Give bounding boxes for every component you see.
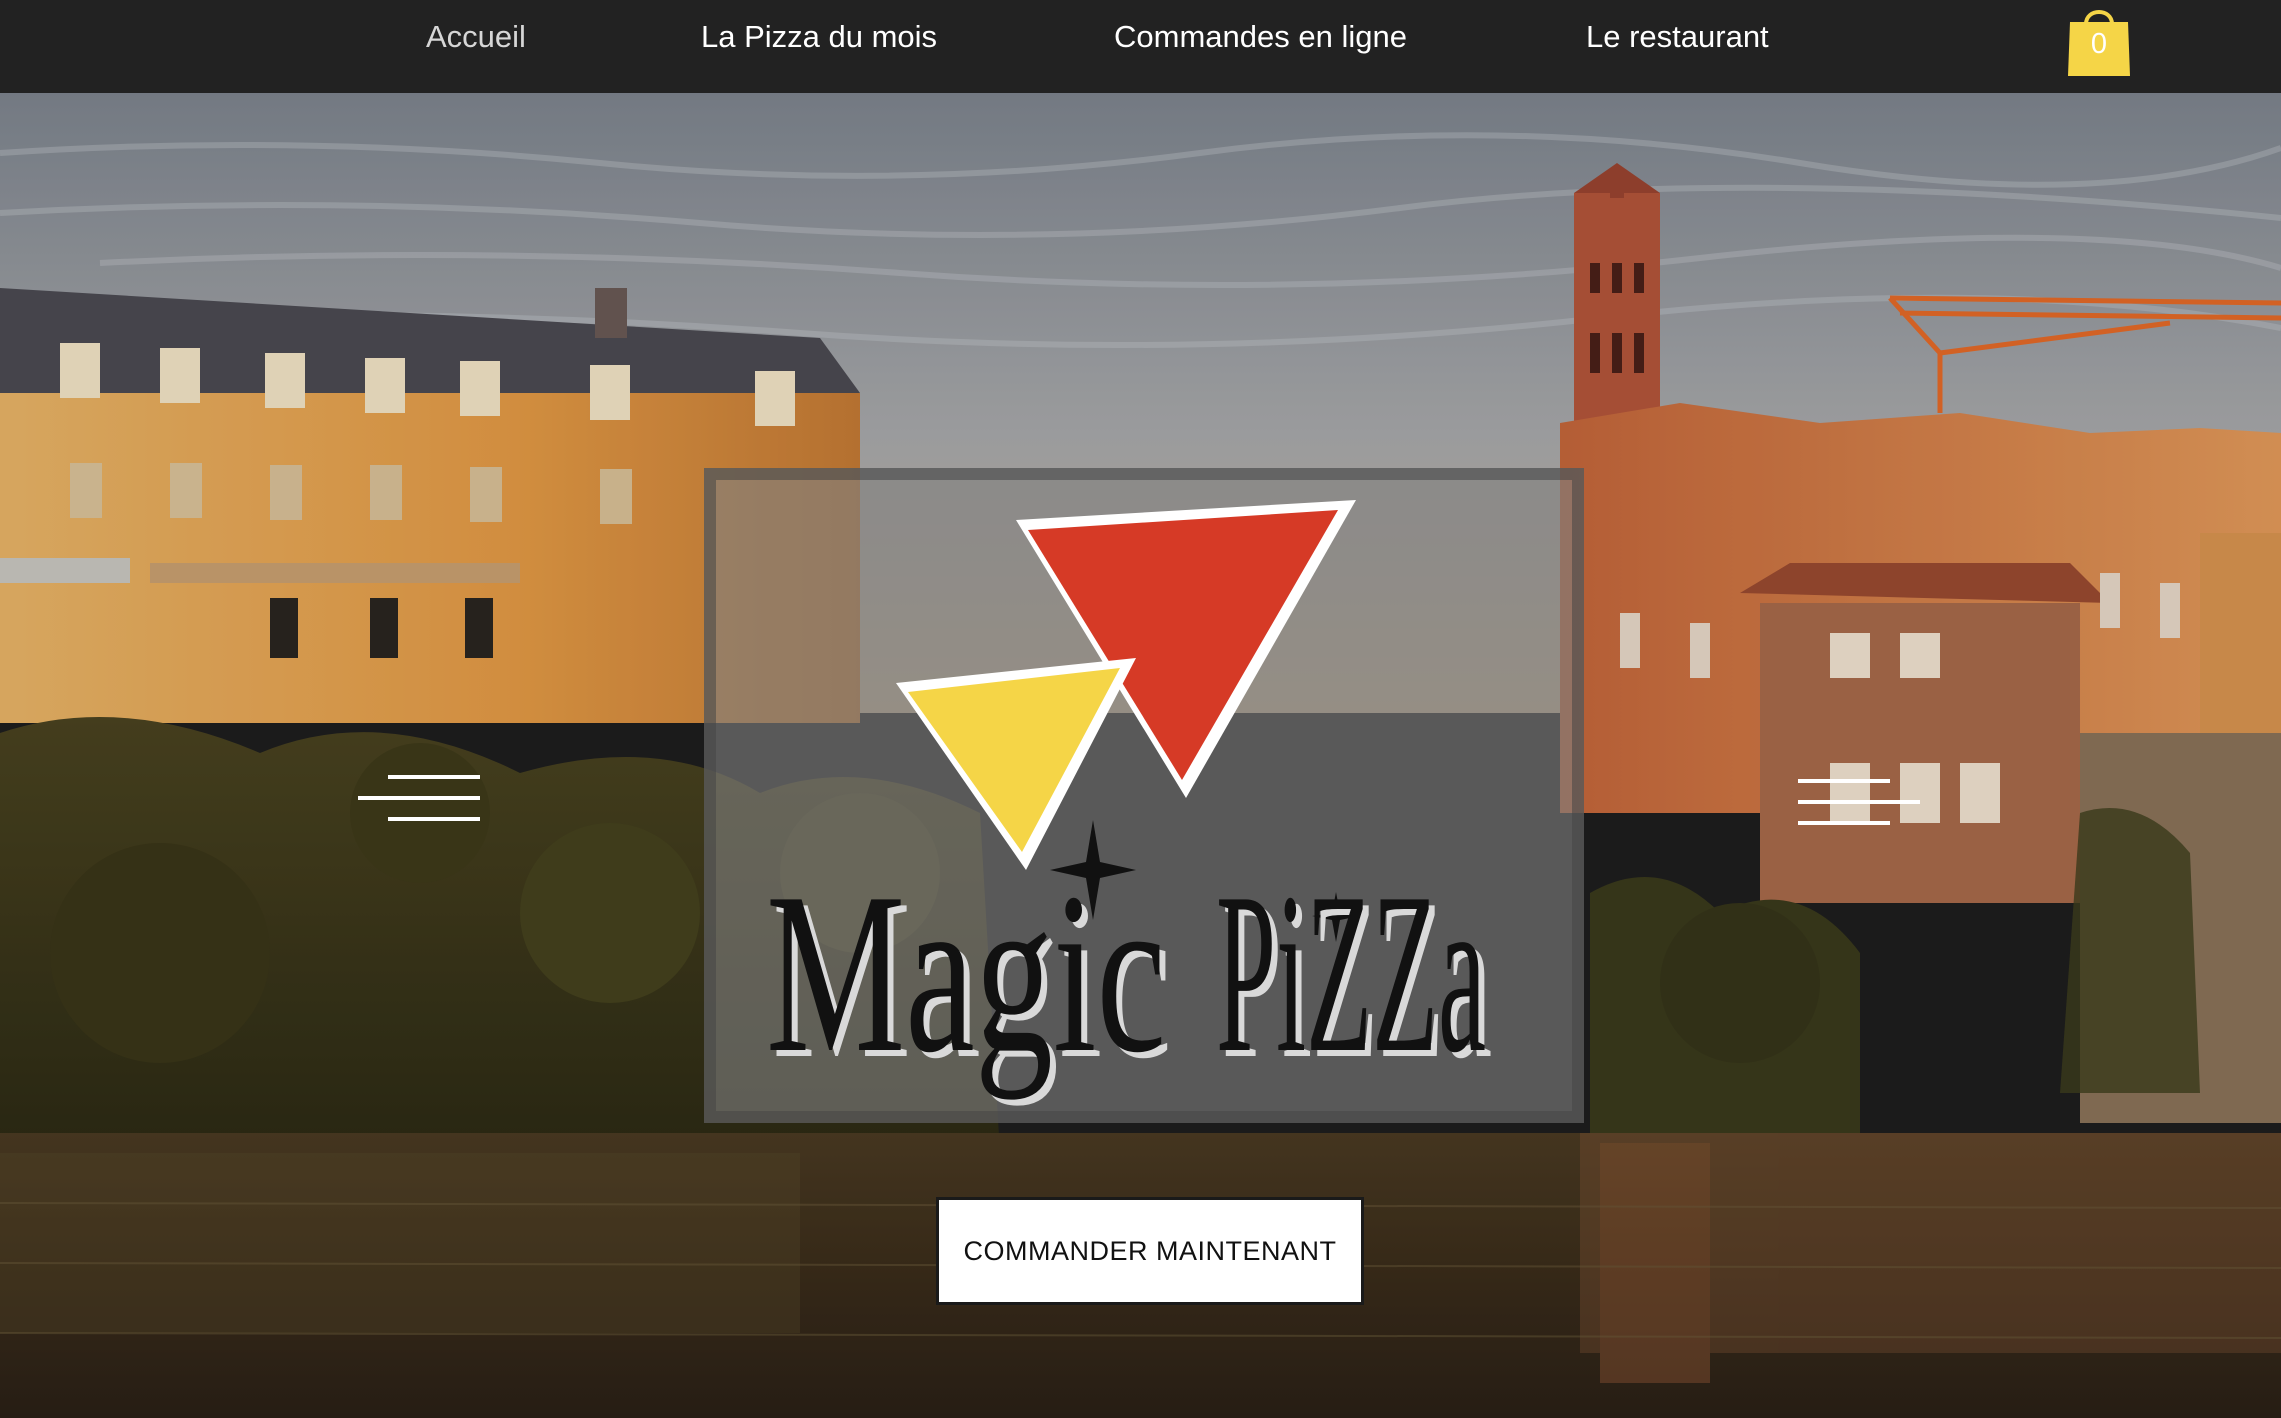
nav-item-accueil[interactable]: Accueil — [426, 0, 526, 74]
logo-panel: Magic Magic PiZZa PiZZa — [704, 468, 1584, 1123]
cart-button[interactable]: 0 — [2064, 0, 2134, 80]
cart-count: 0 — [2090, 28, 2108, 60]
nav-item-commandes-en-ligne[interactable]: Commandes en ligne — [1114, 0, 1407, 74]
hamburger-menu-icon-right[interactable] — [1798, 775, 1922, 831]
magic-pizza-logo — [896, 500, 1360, 942]
nav-item-pizza-du-mois[interactable]: La Pizza du mois — [701, 0, 937, 74]
order-now-button[interactable]: COMMANDER MAINTENANT — [936, 1197, 1364, 1305]
nav-item-le-restaurant[interactable]: Le restaurant — [1586, 0, 1769, 74]
top-navigation-bar: Accueil La Pizza du mois Commandes en li… — [0, 0, 2281, 93]
hamburger-menu-icon-left[interactable] — [358, 771, 482, 827]
hero-section: Magic Magic PiZZa PiZZa COMMANDER MAINTE… — [0, 93, 2281, 1418]
